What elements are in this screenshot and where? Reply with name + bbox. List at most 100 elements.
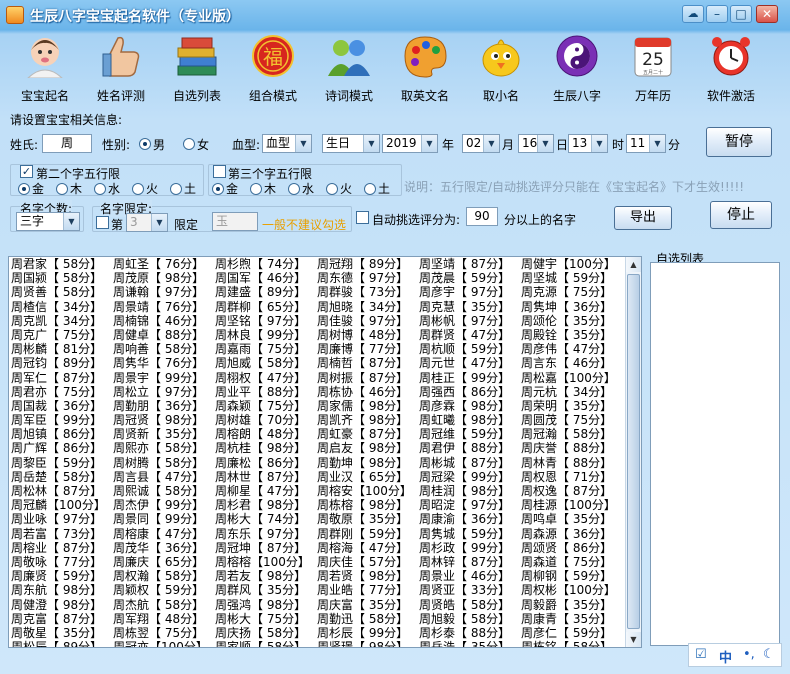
tool-name-evaluation[interactable]: 姓名评测 [84,32,158,104]
result-name-item[interactable]: 周君家【 58分】 [11,257,113,271]
result-name-item[interactable]: 周克富【 87分】 [11,612,113,626]
ime-logo-icon[interactable]: ☑ [695,647,707,662]
result-name-item[interactable]: 周颂贤【 86分】 [521,541,623,555]
tool-perpetual-calendar[interactable]: 25 五月二十 万年历 [616,32,690,104]
result-name-item[interactable]: 周殿铨【 35分】 [521,328,623,342]
gender-female-radio[interactable] [183,138,195,150]
result-name-item[interactable]: 周虹曦【 98分】 [419,413,521,427]
result-name-item[interactable]: 周树博【 48分】 [317,328,419,342]
result-name-item[interactable]: 周景同【 99分】 [113,512,215,526]
result-name-item[interactable]: 周业咏【 97分】 [11,512,113,526]
result-name-item[interactable]: 周国颍【 58分】 [11,271,113,285]
result-name-item[interactable]: 周庆扬【 58分】 [215,626,317,640]
result-name-item[interactable]: 周栩权【 47分】 [215,371,317,385]
result-name-item[interactable]: 周言县【 47分】 [113,470,215,484]
result-name-item[interactable]: 周树腾【 58分】 [113,456,215,470]
name-limit-checkbox[interactable] [96,216,109,229]
result-name-item[interactable]: 周业平【 88分】 [215,385,317,399]
result-name-item[interactable]: 周冠麟【100分】 [11,498,113,512]
result-name-item[interactable]: 周军仁【 87分】 [11,371,113,385]
ime-moon-icon[interactable]: ☾ [763,647,775,662]
tool-birth-bazi[interactable]: 生辰八字 [540,32,614,104]
ime-punctuation-icon[interactable]: •, [743,647,755,662]
result-name-item[interactable]: 周家顺【 58分】 [215,640,317,647]
limit-index-select[interactable]: 3 ▼ [126,213,168,232]
result-name-item[interactable]: 周元世【 47分】 [419,356,521,370]
result-name-item[interactable]: 周东乐【 97分】 [215,527,317,541]
second-char-element-radio-3[interactable] [132,183,144,195]
result-name-item[interactable]: 周隽城【 59分】 [419,527,521,541]
tool-combination-mode[interactable]: 福 组合模式 [236,32,310,104]
result-name-item[interactable]: 周响善【 58分】 [113,342,215,356]
result-name-item[interactable]: 周贤善【 58分】 [11,285,113,299]
result-name-item[interactable]: 周楂信【 34分】 [11,300,113,314]
skin-icon[interactable]: ☁ [682,5,704,23]
result-name-item[interactable]: 周坚铭【 97分】 [215,314,317,328]
result-name-item[interactable]: 周虹豪【 87分】 [317,427,419,441]
tool-english-name[interactable]: 取英文名 [388,32,462,104]
result-name-item[interactable]: 周权逸【 87分】 [521,484,623,498]
result-name-item[interactable]: 周克慧【 35分】 [419,300,521,314]
result-name-item[interactable]: 周启友【 98分】 [317,441,419,455]
result-name-item[interactable]: 周冠翔【 89分】 [317,257,419,271]
second-char-element-radio-1[interactable] [56,183,68,195]
result-name-item[interactable]: 周榕海【 47分】 [317,541,419,555]
result-name-item[interactable]: 周业皓【 77分】 [317,583,419,597]
result-name-item[interactable]: 周茂原【 98分】 [113,271,215,285]
result-name-item[interactable]: 周熙亦【 58分】 [113,441,215,455]
result-name-item[interactable]: 周国裁【 36分】 [11,399,113,413]
result-name-item[interactable]: 周嘉雨【 75分】 [215,342,317,356]
ime-toolbar[interactable]: ☑ 中 •, ☾ [688,643,782,667]
result-name-item[interactable]: 周景靖【 76分】 [113,300,215,314]
result-name-item[interactable]: 周强鸿【 98分】 [215,598,317,612]
result-name-item[interactable]: 周业汉【 65分】 [317,470,419,484]
result-name-item[interactable]: 周军翔【 48分】 [113,612,215,626]
result-name-item[interactable]: 周旭晓【 34分】 [317,300,419,314]
result-name-item[interactable]: 周言东【 46分】 [521,356,623,370]
result-name-item[interactable]: 周杉泰【 88分】 [419,626,521,640]
result-name-item[interactable]: 周榕榕【100分】 [215,555,317,569]
result-name-item[interactable]: 周君伊【 88分】 [419,441,521,455]
third-char-element-radio-2[interactable] [288,183,300,195]
result-name-item[interactable]: 周勤坤【 98分】 [317,456,419,470]
result-name-item[interactable]: 周庆誉【 88分】 [521,441,623,455]
result-name-item[interactable]: 周健卓【 88分】 [113,328,215,342]
result-name-item[interactable]: 周群骏【 73分】 [317,285,419,299]
result-name-item[interactable]: 周桂源【100分】 [521,498,623,512]
result-name-item[interactable]: 周旭毅【 58分】 [419,612,521,626]
result-name-item[interactable]: 周彬城【 87分】 [419,456,521,470]
result-name-item[interactable]: 周栋翌【 75分】 [113,626,215,640]
tool-activation[interactable]: 软件激活 [694,32,768,104]
scroll-up-icon[interactable]: ▲ [626,257,641,272]
auto-pick-score-input[interactable]: 90 [466,207,498,226]
minute-select[interactable]: 11 ▼ [626,134,666,153]
result-name-item[interactable]: 周杉政【 99分】 [419,541,521,555]
result-name-item[interactable]: 周昭淀【 97分】 [419,498,521,512]
result-name-item[interactable]: 周榕康【 47分】 [113,527,215,541]
result-name-item[interactable]: 周东德【 97分】 [317,271,419,285]
scroll-down-icon[interactable]: ▼ [626,632,641,647]
close-button[interactable]: ✕ [756,5,778,23]
stop-button[interactable]: 停止 [710,201,772,229]
third-char-element-radio-3[interactable] [326,183,338,195]
result-name-item[interactable]: 周勤迅【 58分】 [317,612,419,626]
limit-char-input[interactable]: 玉 [212,212,258,231]
results-scrollbar[interactable]: ▲ ▼ [625,257,641,647]
result-name-item[interactable]: 周强西【 86分】 [419,385,521,399]
result-name-item[interactable]: 周柳钢【 59分】 [521,569,623,583]
result-name-item[interactable]: 周冠维【 59分】 [419,427,521,441]
result-name-item[interactable]: 周圆茂【 75分】 [521,413,623,427]
result-name-item[interactable]: 周权彬【100分】 [521,583,623,597]
result-name-item[interactable]: 周柳星【 47分】 [215,484,317,498]
tool-selected-list[interactable]: 自选列表 [160,32,234,104]
month-select[interactable]: 02 ▼ [462,134,500,153]
result-name-item[interactable]: 周群贤【 47分】 [419,328,521,342]
result-name-item[interactable]: 周旭镇【 86分】 [11,427,113,441]
second-char-element-radio-2[interactable] [94,183,106,195]
third-char-element-radio-0[interactable] [212,183,224,195]
result-name-item[interactable]: 周敬原【 35分】 [317,512,419,526]
second-char-element-radio-4[interactable] [170,183,182,195]
result-name-item[interactable]: 周庆富【 35分】 [317,598,419,612]
tool-poetry-mode[interactable]: 诗词模式 [312,32,386,104]
result-name-item[interactable]: 周毅爵【 35分】 [521,598,623,612]
